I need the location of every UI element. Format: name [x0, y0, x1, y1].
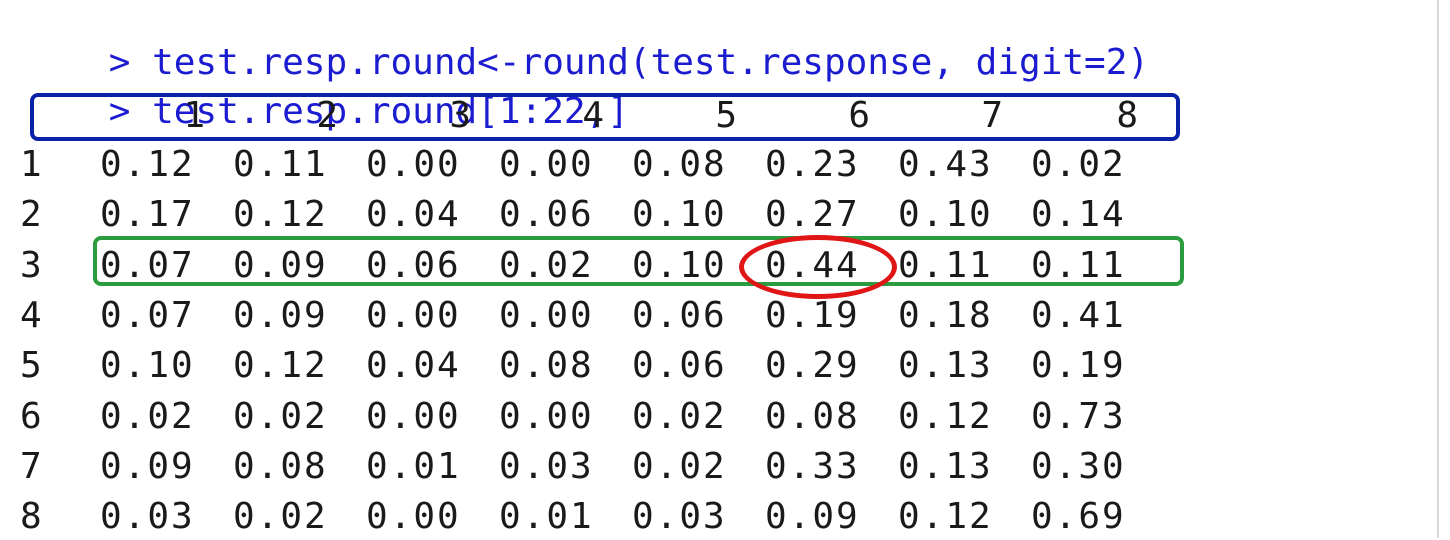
matrix-cell: 0.00 — [499, 396, 594, 437]
matrix-cell: 0.13 — [898, 345, 993, 386]
matrix-cell: 0.00 — [499, 295, 594, 336]
matrix-cell: 0.01 — [366, 446, 461, 487]
matrix-cell: 0.73 — [1031, 396, 1126, 437]
matrix-cell: 0.03 — [100, 496, 195, 537]
matrix-cell: 0.09 — [233, 295, 328, 336]
matrix-cell: 0.11 — [233, 144, 328, 185]
matrix-cell: 0.01 — [499, 496, 594, 537]
matrix-cell: 0.41 — [1031, 295, 1126, 336]
matrix-cell: 0.30 — [1031, 446, 1126, 487]
matrix-cell: 0.06 — [632, 345, 727, 386]
row-label: 2 — [20, 194, 42, 235]
row-label: 4 — [20, 295, 42, 336]
matrix-cell: 0.06 — [632, 295, 727, 336]
matrix-cell: 0.00 — [366, 295, 461, 336]
matrix-cell: 0.29 — [765, 345, 860, 386]
matrix-cell: 0.23 — [765, 144, 860, 185]
row-label: 7 — [20, 446, 42, 487]
matrix-cell: 0.00 — [366, 496, 461, 537]
matrix-cell: 0.27 — [765, 194, 860, 235]
matrix-cell: 0.00 — [499, 144, 594, 185]
matrix-cell: 0.00 — [366, 144, 461, 185]
matrix-cell: 0.03 — [499, 446, 594, 487]
matrix-cell: 0.10 — [632, 194, 727, 235]
matrix-cell: 0.03 — [632, 496, 727, 537]
matrix-cell: 0.02 — [100, 396, 195, 437]
matrix-cell: 0.12 — [898, 396, 993, 437]
matrix-cell: 0.17 — [100, 194, 195, 235]
matrix-cell: 0.02 — [1031, 144, 1126, 185]
matrix-cell: 0.02 — [233, 496, 328, 537]
matrix-cell: 0.00 — [366, 396, 461, 437]
matrix-cell: 0.12 — [233, 345, 328, 386]
matrix-cell: 0.10 — [100, 345, 195, 386]
matrix-cell: 0.09 — [765, 496, 860, 537]
matrix-cell: 0.09 — [100, 446, 195, 487]
matrix-cell: 0.12 — [898, 496, 993, 537]
console-line-1: > test.resp.round<-round(test.response, … — [22, 0, 1149, 83]
matrix-cell: 0.08 — [765, 396, 860, 437]
window-edge — [1437, 0, 1439, 538]
matrix-cell: 0.14 — [1031, 194, 1126, 235]
matrix-cell: 0.02 — [632, 446, 727, 487]
cell-highlight-circle — [739, 235, 897, 299]
matrix-cell: 0.33 — [765, 446, 860, 487]
matrix-cell: 0.06 — [499, 194, 594, 235]
matrix-cell: 0.08 — [632, 144, 727, 185]
matrix-cell: 0.07 — [100, 295, 195, 336]
matrix-cell: 0.08 — [233, 446, 328, 487]
row-label: 1 — [20, 144, 42, 185]
row-label: 5 — [20, 345, 42, 386]
matrix-cell: 0.02 — [632, 396, 727, 437]
row-3-highlight-box — [93, 236, 1184, 286]
row-label: 3 — [20, 245, 42, 286]
row-label: 8 — [20, 496, 42, 537]
matrix-cell: 0.13 — [898, 446, 993, 487]
matrix-cell: 0.19 — [1031, 345, 1126, 386]
matrix-cell: 0.02 — [233, 396, 328, 437]
matrix-cell: 0.12 — [100, 144, 195, 185]
matrix-cell: 0.04 — [366, 194, 461, 235]
matrix-cell: 0.18 — [898, 295, 993, 336]
matrix-cell: 0.19 — [765, 295, 860, 336]
matrix-cell: 0.43 — [898, 144, 993, 185]
matrix-cell: 0.04 — [366, 345, 461, 386]
matrix-cell: 0.10 — [898, 194, 993, 235]
matrix-cell: 0.12 — [233, 194, 328, 235]
console-line-2: > test.resp.round[1:22,] — [22, 43, 629, 132]
r-console-output: > test.resp.round<-round(test.response, … — [0, 0, 1437, 538]
row-label: 6 — [20, 396, 42, 437]
matrix-cell: 0.08 — [499, 345, 594, 386]
matrix-cell: 0.69 — [1031, 496, 1126, 537]
column-header-highlight-box — [30, 93, 1180, 141]
